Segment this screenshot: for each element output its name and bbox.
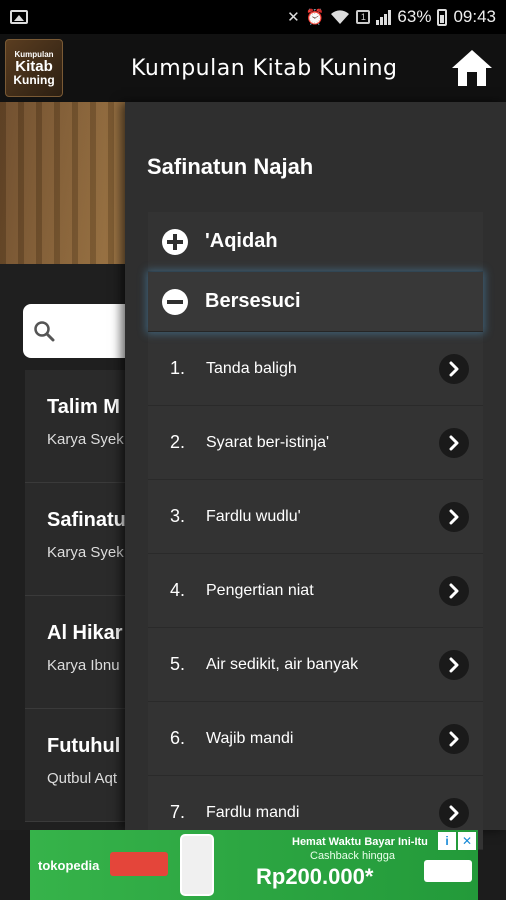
battery-percent: 63%	[397, 7, 432, 26]
chapter-label: Fardlu wudlu'	[206, 507, 301, 525]
app-title: Kumpulan Kitab Kuning	[131, 55, 398, 81]
wifi-icon	[331, 10, 350, 24]
section-aqidah[interactable]: 'Aqidah	[148, 212, 483, 272]
ad-close-icon[interactable]: ✕	[458, 832, 476, 850]
expand-plus-icon	[162, 228, 188, 255]
clock: 09:43	[453, 7, 496, 26]
section-label: Bersesuci	[205, 290, 301, 312]
ad-promo-chip	[424, 860, 472, 882]
ad-brand: tokopedia	[38, 858, 100, 873]
collapse-minus-icon	[162, 288, 188, 315]
chapter-number: 2.	[170, 432, 186, 452]
chevron-right-icon	[439, 501, 469, 532]
ad-phone-image	[180, 834, 214, 896]
ad-promo-badge	[110, 852, 168, 876]
home-icon	[452, 50, 492, 86]
section-bersesuci[interactable]: Bersesuci	[148, 272, 483, 332]
ad-controls: i ✕	[438, 832, 476, 850]
alarm-icon: ⏰	[305, 9, 325, 26]
ad-banner[interactable]: tokopedia Hemat Waktu Bayar Ini-Itu Cash…	[30, 830, 478, 900]
chapter-number: 7.	[170, 802, 186, 822]
logo-line-2: Kitab	[15, 57, 53, 75]
chapter-item[interactable]: 5. Air sedikit, air banyak	[148, 628, 483, 702]
chapter-item[interactable]: 3. Fardlu wudlu'	[148, 480, 483, 554]
status-icons: ✕ ⏰ 1 63% 09:43	[287, 7, 496, 27]
image-icon	[10, 10, 28, 24]
chapter-label: Tanda baligh	[206, 359, 297, 377]
drawer-title: Safinatun Najah	[147, 154, 314, 179]
chapter-item[interactable]: 6. Wajib mandi	[148, 702, 483, 776]
ad-subline: Cashback hingga	[310, 850, 396, 862]
app-logo: Kumpulan Kitab Kuning	[5, 39, 63, 97]
sim-icon: 1	[356, 10, 371, 24]
signal-icon	[376, 9, 392, 25]
status-bar: ✕ ⏰ 1 63% 09:43	[0, 0, 506, 34]
ad-headline: Hemat Waktu Bayar Ini-Itu	[292, 836, 428, 848]
chevron-right-icon	[439, 427, 469, 458]
navigation-drawer: Safinatun Najah 'Aqidah Bersesuci 1. Tan…	[125, 102, 506, 850]
chapter-item[interactable]: 2. Syarat ber-istinja'	[148, 406, 483, 480]
chapter-label: Syarat ber-istinja'	[206, 433, 330, 451]
app-screen: ✕ ⏰ 1 63% 09:43 Kumpulan Kitab Kuning Ku…	[0, 0, 506, 900]
chapter-label: Wajib mandi	[206, 729, 294, 747]
chapter-item[interactable]: 4. Pengertian niat	[148, 554, 483, 628]
chevron-right-icon	[439, 575, 469, 606]
chapter-item[interactable]: 1. Tanda baligh	[148, 332, 483, 406]
chapter-number: 1.	[170, 358, 186, 378]
mute-icon: ✕	[287, 9, 300, 26]
chapter-label: Fardlu mandi	[206, 803, 300, 821]
chapter-number: 5.	[170, 654, 186, 674]
chevron-right-icon	[439, 797, 469, 828]
chapter-number: 4.	[170, 580, 186, 600]
chapter-label: Pengertian niat	[206, 581, 314, 599]
home-button[interactable]	[448, 44, 496, 92]
chapter-number: 6.	[170, 728, 186, 748]
ad-info-icon[interactable]: i	[438, 832, 456, 850]
search-icon	[34, 321, 55, 342]
chevron-right-icon	[439, 353, 469, 384]
chapter-number: 3.	[170, 506, 186, 526]
chapter-accordion: 'Aqidah Bersesuci 1. Tanda baligh 2. Sya…	[148, 212, 483, 850]
battery-icon	[437, 8, 448, 26]
chapter-label: Air sedikit, air banyak	[206, 655, 359, 673]
section-label: 'Aqidah	[205, 230, 278, 252]
chevron-right-icon	[439, 649, 469, 680]
logo-line-3: Kuning	[13, 72, 55, 87]
ad-amount: Rp200.000*	[256, 864, 374, 889]
app-bar: Kumpulan Kitab Kuning Kumpulan Kitab Kun…	[0, 34, 506, 102]
chevron-right-icon	[439, 723, 469, 754]
